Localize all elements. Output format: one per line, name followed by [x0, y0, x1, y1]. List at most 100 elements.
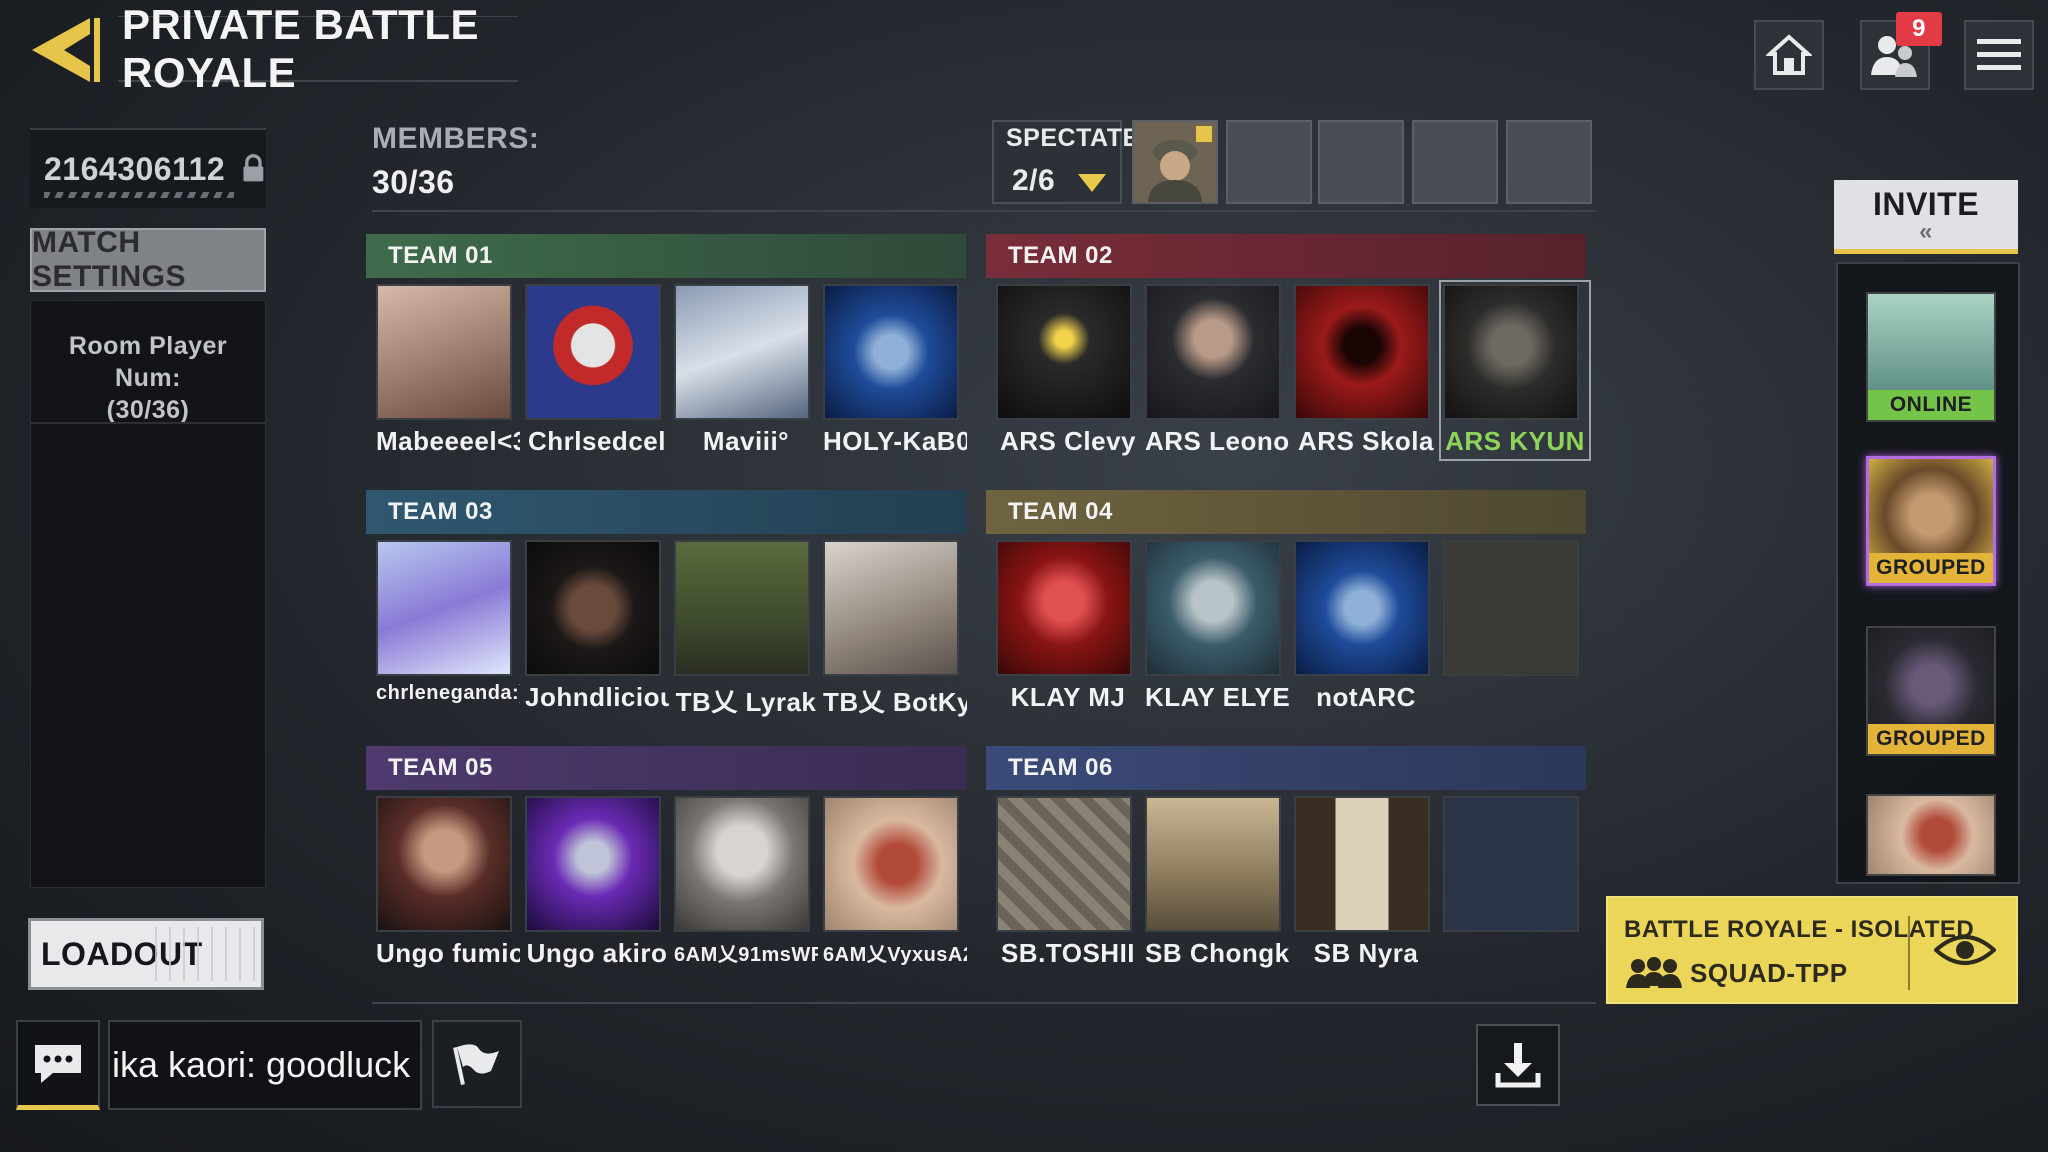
- player-slot[interactable]: Ungo fumio: [376, 796, 520, 969]
- team-02: TEAM 02 ARS Clevy ARS Leonor ARS Skola A…: [986, 234, 1591, 464]
- spectator-slot[interactable]: [1226, 120, 1312, 204]
- menu-button[interactable]: [1964, 20, 2034, 90]
- player-slot[interactable]: Chrlsedcel: [525, 284, 669, 457]
- player-avatar: [674, 796, 810, 932]
- decorative-pattern: [155, 927, 255, 981]
- player-avatar: [1294, 796, 1430, 932]
- eye-icon[interactable]: [1934, 930, 1996, 970]
- status-badge: GROUPED: [1869, 553, 1993, 583]
- chevron-down-icon: [1078, 174, 1106, 192]
- player-avatar: [674, 540, 810, 676]
- members-label: MEMBERS:: [372, 122, 540, 155]
- player-slot[interactable]: Johndlicious: [525, 540, 669, 719]
- player-slot[interactable]: Mabeeeel<3: [376, 284, 520, 457]
- player-name: ARS Clevy: [1000, 426, 1136, 456]
- player-slot[interactable]: 6AM乂VyxusA2W: [823, 796, 967, 969]
- home-button[interactable]: [1754, 20, 1824, 90]
- player-name: Ungo fumio: [376, 938, 520, 968]
- player-name: Johndlicious: [525, 682, 669, 712]
- player-slot[interactable]: chrleneganda:): [376, 540, 520, 719]
- download-button[interactable]: [1476, 1024, 1560, 1106]
- player-slot[interactable]: 6AM乂91msWRA: [674, 796, 818, 969]
- empty-avatar: [1443, 796, 1579, 932]
- spectator-slot[interactable]: [1506, 120, 1592, 204]
- player-avatar: [1145, 284, 1281, 420]
- player-name: notARC: [1316, 682, 1416, 712]
- report-flag-button[interactable]: [432, 1020, 522, 1108]
- match-settings-button[interactable]: MATCH SETTINGS: [30, 226, 266, 293]
- player-name: Chrlsedcel: [528, 426, 666, 456]
- back-button[interactable]: [28, 12, 108, 88]
- player-slot[interactable]: KLAY MJ: [996, 540, 1140, 713]
- player-name: Maviii°: [702, 426, 790, 456]
- friends-list: ONLINE GROUPED GROUPED: [1836, 262, 2020, 884]
- player-avatar: [525, 796, 661, 932]
- double-chevron-left-icon: «: [1919, 218, 1933, 245]
- team-header: TEAM 01: [366, 234, 966, 278]
- friend-item[interactable]: GROUPED: [1866, 456, 1996, 586]
- player-name: ARS KYUN: [1445, 426, 1585, 456]
- chat-button[interactable]: [16, 1020, 100, 1110]
- player-slot-empty[interactable]: [1443, 796, 1587, 969]
- download-icon: [1495, 1043, 1541, 1088]
- player-name: KLAY MJ: [1010, 682, 1126, 712]
- home-icon: [1766, 34, 1812, 75]
- room-player-num-label: Room Player Num:: [68, 332, 228, 392]
- player-slot[interactable]: Maviii°: [674, 284, 818, 457]
- player-avatar: [1443, 284, 1579, 420]
- player-name: 6AM乂VyxusA2W: [823, 944, 967, 966]
- player-name: TB乂 BotKyli?: [823, 687, 967, 717]
- invite-button[interactable]: INVITE «: [1834, 180, 2018, 254]
- spectator-slot[interactable]: [1412, 120, 1498, 204]
- friend-item[interactable]: [1866, 794, 1996, 876]
- notification-badge: 9: [1896, 12, 1942, 46]
- player-name: HOLY-KaB0i?: [823, 426, 967, 456]
- mode-subtitle: SQUAD-TPP: [1690, 958, 1848, 988]
- player-slot[interactable]: Ungo akiro: [525, 796, 669, 969]
- player-name: ARS Skola: [1298, 426, 1434, 456]
- status-badge: GROUPED: [1868, 724, 1994, 754]
- player-slot[interactable]: ARS Skola: [1294, 284, 1438, 457]
- player-slot-empty[interactable]: [1443, 540, 1587, 713]
- player-slot[interactable]: notARC: [1294, 540, 1438, 713]
- player-avatar: [823, 284, 959, 420]
- team-06: TEAM 06 SB.TOSHII SB Chongkee SB Nyra: [986, 746, 1586, 976]
- player-slot[interactable]: ARS Leonor: [1145, 284, 1289, 457]
- status-badge: ONLINE: [1868, 390, 1994, 420]
- player-slot[interactable]: SB Chongkee: [1145, 796, 1289, 969]
- player-slot[interactable]: HOLY-KaB0i?: [823, 284, 967, 457]
- player-name: ARS Leonor: [1145, 426, 1289, 456]
- chat-message[interactable]: ika kaori: goodluck: [108, 1020, 422, 1110]
- friend-item[interactable]: GROUPED: [1866, 626, 1996, 756]
- player-slot[interactable]: TB乂 BotKyli?: [823, 540, 967, 719]
- player-slot[interactable]: SB Nyra: [1294, 796, 1438, 969]
- team-03: TEAM 03 chrleneganda:) Johndlicious TB乂 …: [366, 490, 967, 720]
- page-title: PRIVATE BATTLE ROYALE: [118, 1, 518, 96]
- player-avatar: [525, 540, 661, 676]
- team-header: TEAM 02: [986, 234, 1586, 278]
- player-slot[interactable]: TB乂 Lyrak: [674, 540, 818, 719]
- player-name: Mabeeeel<3: [376, 426, 520, 456]
- divider: [1908, 916, 1910, 990]
- spectator-slot[interactable]: [1132, 120, 1218, 204]
- back-arrow-icon: [32, 18, 100, 82]
- player-slot[interactable]: ARS KYUN: [1439, 280, 1591, 461]
- chat-bubble-icon: [35, 1044, 81, 1083]
- player-avatar: [674, 284, 810, 420]
- members-count: 30/36: [372, 164, 455, 200]
- player-avatar: [1145, 540, 1281, 676]
- room-id: 2164306112: [30, 128, 266, 208]
- team-header: TEAM 06: [986, 746, 1586, 790]
- player-avatar: [823, 540, 959, 676]
- room-player-num: Room Player Num: (30/36): [40, 330, 256, 426]
- loadout-button[interactable]: LOADOUT: [28, 918, 264, 990]
- divider: [372, 1002, 1596, 1004]
- friend-item[interactable]: ONLINE: [1866, 292, 1996, 422]
- player-slot[interactable]: KLAY ELYEN: [1145, 540, 1289, 713]
- player-slot[interactable]: SB.TOSHII: [996, 796, 1140, 969]
- player-slot[interactable]: ARS Clevy: [996, 284, 1140, 457]
- decorative-stripe: [44, 192, 234, 198]
- player-avatar: [376, 540, 512, 676]
- team-header: TEAM 05: [366, 746, 966, 790]
- spectator-slot[interactable]: [1318, 120, 1404, 204]
